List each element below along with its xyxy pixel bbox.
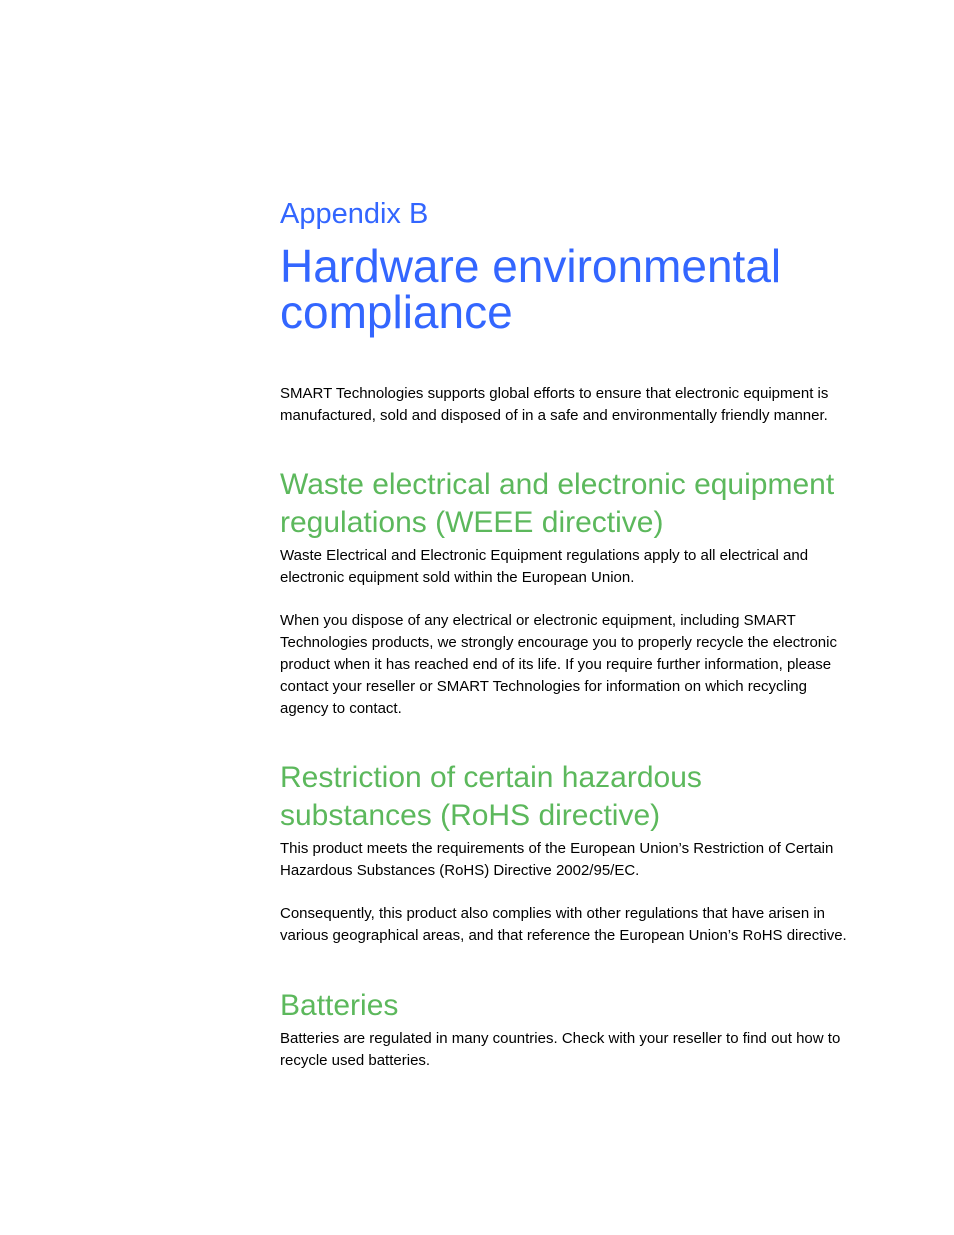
page-title-line: Hardware environmental bbox=[280, 240, 782, 292]
text-line: Waste Electrical and Electronic Equipmen… bbox=[280, 547, 809, 564]
weee-paragraph-1: Waste Electrical and Electronic Equipmen… bbox=[280, 545, 880, 589]
rohs-paragraph-2: Consequently, this product also complies… bbox=[280, 903, 880, 947]
text-line: Consequently, this product also complies… bbox=[280, 905, 826, 922]
section-heading-rohs: Restriction of certain hazardous substan… bbox=[280, 759, 880, 835]
text-line: contact your reseller or SMART Technolog… bbox=[280, 678, 807, 695]
appendix-label: Appendix B bbox=[280, 198, 429, 230]
heading-line: Restriction of certain hazardous bbox=[280, 761, 702, 794]
text-line: Technologies products, we strongly encou… bbox=[280, 634, 837, 651]
section-heading-batteries: Batteries bbox=[280, 987, 880, 1025]
text-line: electronic equipment sold within the Eur… bbox=[280, 569, 635, 586]
weee-paragraph-2: When you dispose of any electrical or el… bbox=[280, 610, 880, 720]
text-line: product when it has reached end of its l… bbox=[280, 656, 832, 673]
text-line: agency to contact. bbox=[280, 700, 402, 717]
text-line: When you dispose of any electrical or el… bbox=[280, 612, 796, 629]
batteries-paragraph: Batteries are regulated in many countrie… bbox=[280, 1028, 880, 1072]
page-title: Hardware environmental compliance bbox=[280, 243, 880, 335]
text-line: manufactured, sold and disposed of in a … bbox=[280, 407, 828, 424]
text-line: various geographical areas, and that ref… bbox=[280, 927, 847, 944]
heading-line: substances (RoHS directive) bbox=[280, 799, 661, 832]
text-line: This product meets the requirements of t… bbox=[280, 840, 834, 857]
heading-line: Waste electrical and electronic equipmen… bbox=[280, 468, 835, 501]
text-line: Hazardous Substances (RoHS) Directive 20… bbox=[280, 862, 640, 879]
heading-line: Batteries bbox=[280, 989, 399, 1022]
section-heading-weee: Waste electrical and electronic equipmen… bbox=[280, 466, 880, 542]
text-line: Batteries are regulated in many countrie… bbox=[280, 1030, 841, 1047]
page-title-line: compliance bbox=[280, 286, 513, 338]
rohs-paragraph-1: This product meets the requirements of t… bbox=[280, 838, 880, 882]
heading-line: regulations (WEEE directive) bbox=[280, 506, 664, 539]
text-line: recycle used batteries. bbox=[280, 1052, 431, 1069]
intro-paragraph: SMART Technologies supports global effor… bbox=[280, 383, 880, 427]
text-line: SMART Technologies supports global effor… bbox=[280, 385, 829, 402]
